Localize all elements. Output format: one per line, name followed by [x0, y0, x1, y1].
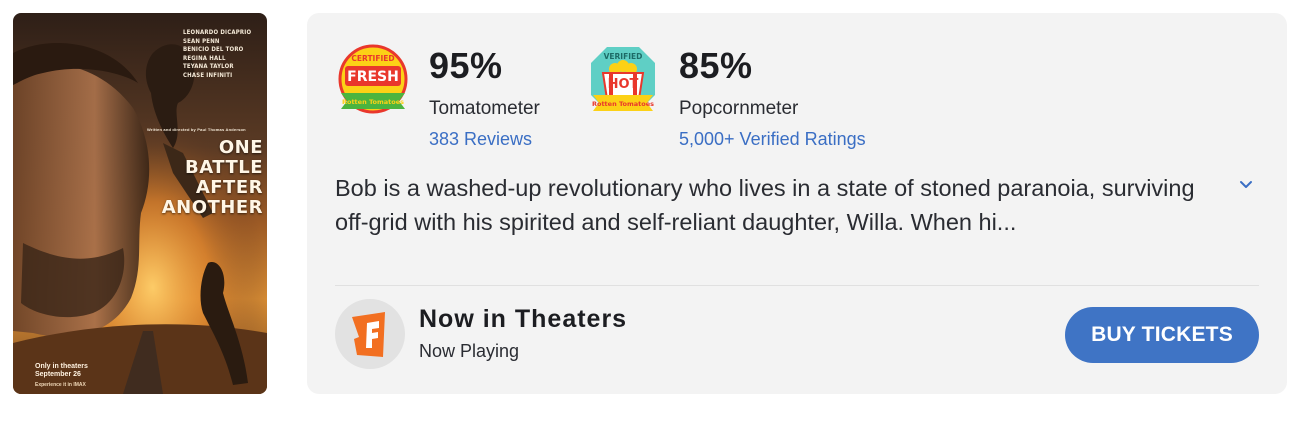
badge-top-text: VERIFIED [604, 52, 643, 61]
reviews-count-link[interactable]: 383 Reviews [429, 129, 532, 150]
tomatometer-label: Tomatometer [429, 98, 540, 119]
poster-title-line: BATTLE [185, 157, 263, 178]
poster-title: ONE BATTLE AFTER ANOTHER [123, 138, 263, 218]
chevron-down-icon[interactable] [1236, 175, 1256, 195]
badge-brand-text: Rotten Tomatoes [342, 98, 404, 106]
poster-release-line: Only in theaters [35, 363, 88, 370]
fandango-logo [335, 299, 405, 369]
verified-ratings-link[interactable]: 5,000+ Verified Ratings [679, 129, 866, 150]
poster-cast-name: Benicio Del Toro [183, 46, 244, 53]
now-playing-label: Now Playing [419, 341, 520, 361]
tomatometer-score: 95% [429, 45, 503, 86]
certified-fresh-icon[interactable]: CERTIFIED FRESH Rotten Tomatoes [337, 43, 409, 115]
buy-tickets-button[interactable]: BUY TICKETS [1065, 307, 1259, 363]
poster-title-line: AFTER [195, 177, 263, 198]
fandango-icon [352, 312, 385, 357]
movie-poster[interactable]: Leonardo DiCaprio Sean Penn Benicio Del … [13, 13, 267, 394]
section-divider [335, 285, 1259, 286]
popcornmeter-label: Popcornmeter [679, 98, 799, 119]
poster-cast-name: Sean Penn [183, 37, 220, 45]
poster-cast-list: Leonardo DiCaprio Sean Penn Benicio Del … [183, 29, 253, 80]
badge-brand-text: Rotten Tomatoes [592, 100, 654, 108]
poster-cast-name: Regina Hall [183, 54, 226, 62]
poster-cast-name: Chase Infiniti [183, 71, 233, 79]
badge-main-text: HOT [608, 77, 639, 92]
poster-title-line: ANOTHER [161, 197, 263, 218]
synopsis-text: Bob is a washed-up revolutionary who liv… [335, 175, 1195, 235]
poster-cast-name: Leonardo DiCaprio [183, 29, 252, 36]
poster-cast-name: Teyana Taylor [183, 63, 234, 70]
badge-top-text: CERTIFIED [351, 54, 394, 63]
score-card: CERTIFIED FRESH Rotten Tomatoes 95% Toma… [307, 13, 1287, 394]
poster-title-line: ONE [218, 137, 263, 158]
poster-release-line: September 26 [35, 371, 81, 378]
poster-release: Only in theaters September 26 [35, 363, 88, 379]
popcornmeter-score: 85% [679, 45, 753, 86]
poster-credit: Written and directed by Paul Thomas Ande… [147, 127, 246, 132]
badge-main-text: FRESH [347, 69, 399, 85]
verified-hot-icon[interactable]: VERIFIED HOT Rotten Tomatoes [587, 43, 659, 115]
now-in-theaters-title: Now in Theaters [419, 305, 628, 333]
poster-formats: Experience it in IMAX [35, 382, 86, 388]
now-in-theaters: Now in Theaters Now Playing [335, 299, 835, 369]
